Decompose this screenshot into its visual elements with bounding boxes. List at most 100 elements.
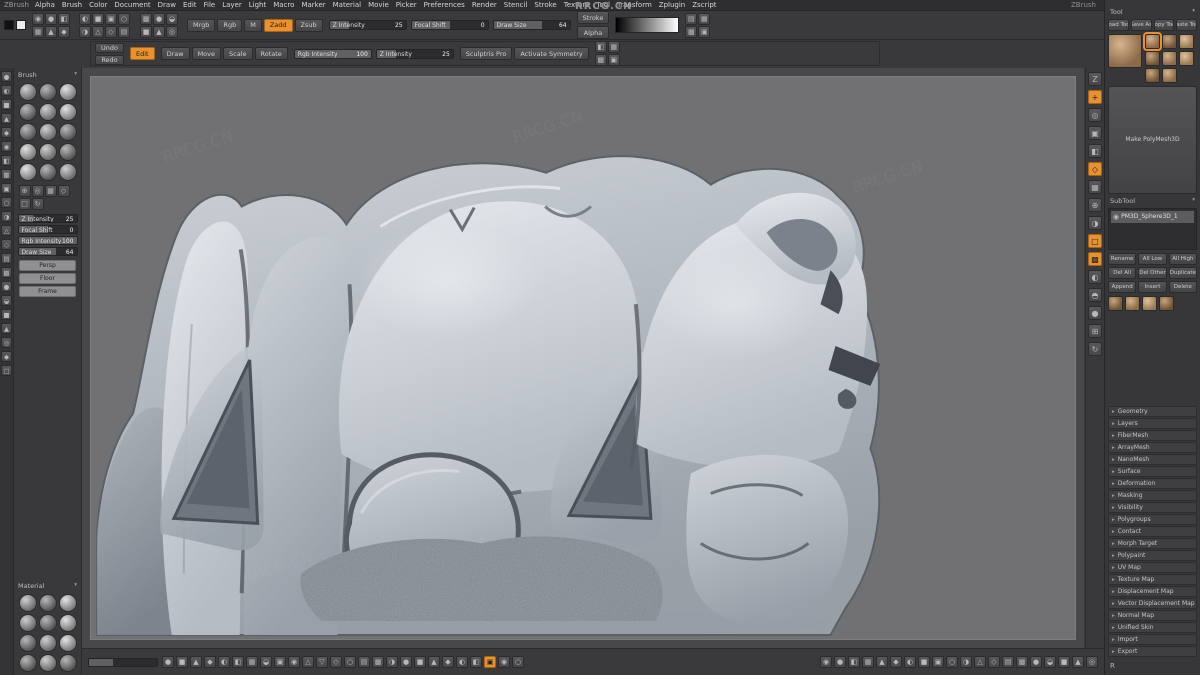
material-palette-header[interactable]: Material ▾ [16,582,79,590]
recent-tool-thumbnail[interactable] [1145,51,1160,66]
bottom-shelf-icon[interactable]: ◆ [204,656,216,668]
material-thumbnail[interactable] [38,654,57,672]
brush-shortcut-icon[interactable]: ◎ [1,337,12,348]
subtool-button[interactable]: Insert [1138,280,1167,293]
shelf-mini-icon[interactable]: ◇ [105,25,117,38]
bottom-shelf-icon[interactable]: ◎ [1086,656,1098,668]
bottom-shelf-icon[interactable]: ○ [946,656,958,668]
shelf-mini-icon[interactable]: ▣ [698,25,711,38]
mid-thumbnail[interactable] [1125,295,1140,311]
bottom-slider[interactable] [88,657,158,667]
bottom-shelf-icon[interactable]: ◧ [848,656,860,668]
brush-shortcut-icon[interactable]: △ [1,225,12,236]
tool-file-button[interactable]: Paste Tool [1176,19,1197,31]
recent-tool-thumbnail[interactable] [1179,34,1194,49]
subtool-button[interactable]: Append [1108,280,1137,293]
menu-item[interactable]: Brush [62,1,82,9]
bottom-shelf-icon[interactable]: ◉ [288,656,300,668]
menu-item[interactable]: Color [89,1,107,9]
recent-tool-thumbnail[interactable] [1162,68,1177,83]
collapse-icon[interactable]: ▾ [74,71,77,79]
mode-button[interactable]: Zadd [263,18,293,32]
bottom-shelf-icon[interactable]: ▦ [246,656,258,668]
collapse-icon[interactable]: ▾ [74,582,77,590]
bottom-shelf-icon[interactable]: ■ [1058,656,1070,668]
shelf-mini-icon[interactable]: ▩ [685,25,698,38]
main-color-swatch[interactable] [4,20,14,30]
brush-thumbnail[interactable] [38,163,57,181]
shelf-mini-icon[interactable]: ▲ [45,25,57,38]
shelf-mini-icon[interactable]: ■ [92,12,104,25]
bottom-shelf-icon[interactable]: ○ [512,656,524,668]
subtool-button[interactable]: Duplicate [1168,266,1197,279]
subpalette-row[interactable]: ▸ Deformation [1108,478,1197,489]
tool-file-button[interactable]: Save As [1130,19,1152,31]
brush-thumbnail[interactable] [18,143,37,161]
bottom-shelf-icon[interactable]: ▲ [428,656,440,668]
picker-dropdown[interactable]: Alpha [576,26,610,39]
shelf-slider[interactable]: Draw Size 64 [492,20,571,30]
view-toggle-button[interactable]: Frame [19,286,76,297]
subpalette-row[interactable]: ▸ Surface [1108,466,1197,477]
bottom-shelf-icon[interactable]: △ [302,656,314,668]
subpalette-row[interactable]: ▸ ArrayMesh [1108,442,1197,453]
collapse-icon[interactable]: ▾ [1192,8,1195,16]
subpalette-row[interactable]: ▸ FiberMesh [1108,430,1197,441]
subpalette-row[interactable]: ▸ Normal Map [1108,610,1197,621]
menu-item[interactable]: Stencil [504,1,528,9]
tool-file-button[interactable]: Copy Tool [1153,19,1175,31]
brush-shortcut-icon[interactable]: ▣ [1,183,12,194]
bottom-shelf-icon[interactable]: ▩ [372,656,384,668]
menu-item[interactable]: Macro [273,1,294,9]
transparency-icon[interactable]: ◐ [1088,270,1102,284]
shelf-mini-icon[interactable]: ▲ [153,25,165,38]
subpalette-row[interactable]: ▸ Morph Target [1108,538,1197,549]
bottom-shelf-icon[interactable]: ◒ [1044,656,1056,668]
picker-dropdown[interactable]: Stroke [576,11,610,24]
brush-shortcut-icon[interactable]: ◑ [1,211,12,222]
brush-shortcut-icon[interactable]: ○ [1,197,12,208]
feature-button[interactable]: Sculptris Pro [459,47,513,60]
menu-item[interactable]: Zscript [692,1,716,9]
subpalette-row[interactable]: ▸ Layers [1108,418,1197,429]
shelf-mini-icon[interactable]: ▣ [607,54,620,66]
sculpt-viewport[interactable] [91,77,1075,639]
material-thumbnail[interactable] [38,614,57,632]
history-button[interactable]: Undo [95,42,124,53]
material-thumbnail[interactable] [18,634,37,652]
tool-file-button[interactable]: Load Tool [1108,19,1129,31]
shelf-mini-icon[interactable]: ◎ [166,25,178,38]
aa-half-icon[interactable]: ◧ [1088,144,1102,158]
brush-thumbnail[interactable] [38,103,57,121]
local-transform-icon[interactable]: ⊕ [1088,198,1102,212]
tool-mini-icon[interactable]: ▦ [44,185,57,197]
transform-button[interactable]: Move [191,47,221,60]
rotate-doc-icon[interactable]: ↻ [1088,342,1102,356]
recent-tool-thumbnail[interactable] [1162,34,1177,49]
menu-item[interactable]: Document [114,1,150,9]
bottom-shelf-icon[interactable]: ◇ [988,656,1000,668]
visibility-eye-icon[interactable]: ◉ [1113,213,1119,221]
shelf-mini-icon[interactable]: ▤ [118,25,130,38]
current-tool-thumbnail[interactable] [1108,34,1142,68]
shelf-mini-icon[interactable]: ▦ [698,12,711,25]
mid-thumbnail[interactable] [1159,295,1174,311]
subtool-button[interactable]: All Low [1138,252,1167,265]
material-thumbnail[interactable] [18,594,37,612]
collapse-icon[interactable]: ▾ [1192,197,1195,205]
material-thumbnail[interactable] [18,654,37,672]
brush-shortcut-icon[interactable]: ◐ [1,85,12,96]
brush-shortcut-icon[interactable]: ◧ [1,155,12,166]
brush-thumbnail[interactable] [58,143,77,161]
persp-icon[interactable]: ◇ [1088,162,1102,176]
bottom-shelf-icon[interactable]: ◇ [330,656,342,668]
shelf-mini-icon[interactable]: ● [45,12,57,25]
bottom-shelf-icon[interactable]: ▽ [316,656,328,668]
bottom-shelf-icon[interactable]: ○ [344,656,356,668]
shelf-mini-icon[interactable]: ● [153,12,165,25]
brush-thumbnail[interactable] [38,143,57,161]
menu-item[interactable]: Preferences [424,1,465,9]
bottom-shelf-icon[interactable]: ▤ [1002,656,1014,668]
secondary-color-swatch[interactable] [16,20,26,30]
subpalette-row[interactable]: ▸ Texture Map [1108,574,1197,585]
